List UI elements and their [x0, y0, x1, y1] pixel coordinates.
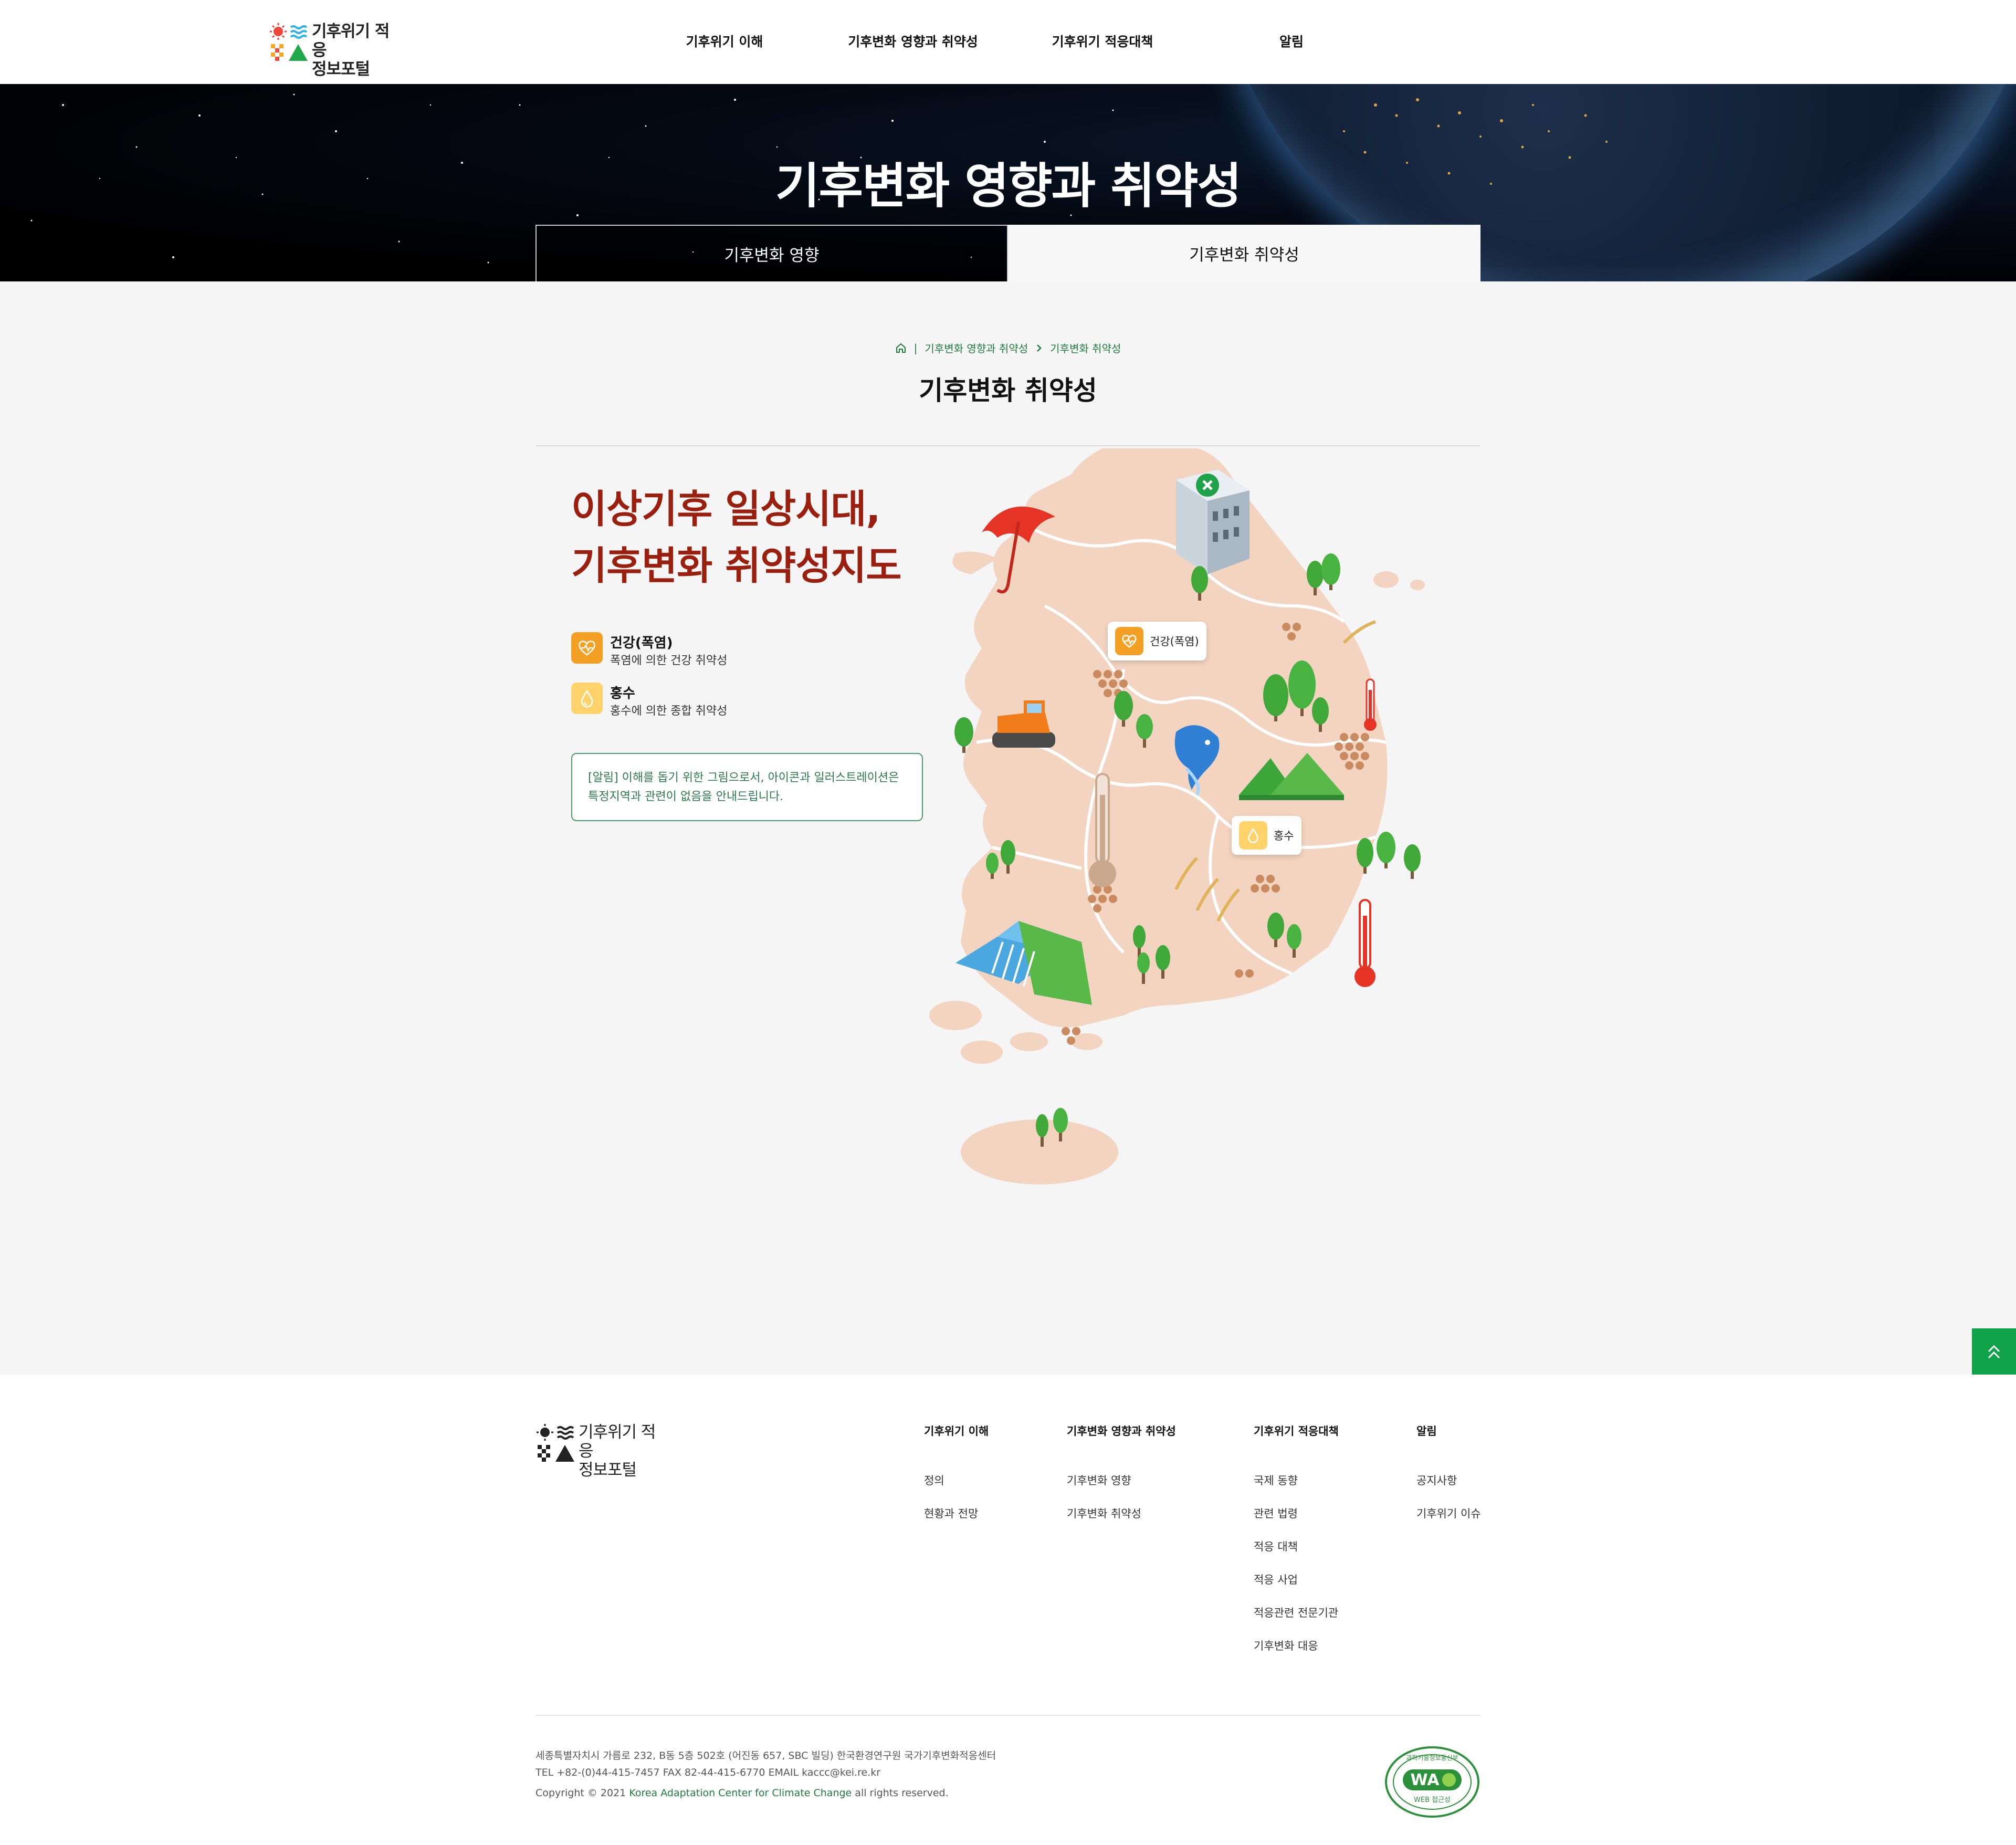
footer-col-title[interactable]: 기후변화 영향과 취약성: [1067, 1423, 1176, 1439]
footer-address: 세종특별자치시 가름로 232, B동 5층 502호 (어진동 657, SB…: [536, 1750, 996, 1762]
legend-title-health: 건강(폭염): [610, 635, 673, 651]
footer-col-title[interactable]: 알림: [1416, 1423, 1481, 1439]
map-headline: 이상기후 일상시대, 기후변화 취약성지도: [571, 481, 901, 594]
footer-contact: TEL +82-(0)44-415-7457 FAX 82-44-415-677…: [536, 1767, 881, 1778]
sub-tabs: 기후변화 영향 기후변화 취약성: [536, 225, 1480, 281]
korea-map-illustration: [929, 448, 1425, 1184]
breadcrumb-separator: |: [914, 341, 918, 354]
wa-mark-top-text: 과학기술정보통신부: [1406, 1754, 1458, 1762]
legend-title-flood: 홍수: [610, 686, 635, 701]
footer-link-laws[interactable]: 관련 법령: [1254, 1505, 1339, 1538]
global-nav: 기후위기 이해 기후변화 영향과 취약성 기후위기 적응대책 알림: [0, 0, 2016, 84]
map-tag-flood-label: 홍수: [1274, 830, 1294, 842]
map-tag-health[interactable]: 건강(폭염): [1108, 622, 1206, 661]
footer-link-projects[interactable]: 적응 사업: [1254, 1571, 1339, 1605]
title-divider: [536, 445, 1480, 446]
logo-mark-icon: [537, 1424, 574, 1462]
scroll-to-top-button[interactable]: [1972, 1328, 2016, 1375]
hero-banner: 기후변화 영향과 취약성 기후변화 영향 기후변화 취약성: [0, 84, 2016, 281]
footer-col-notice: 알림 공지사항 기후위기 이슈: [1416, 1423, 1481, 1538]
footer-link-international[interactable]: 국제 동향: [1254, 1472, 1339, 1505]
headline-line-2: 기후변화 취약성지도: [571, 543, 901, 589]
home-icon[interactable]: [895, 342, 907, 354]
footer-link-vulnerability[interactable]: 기후변화 취약성: [1067, 1505, 1176, 1538]
heart-pulse-icon: [571, 632, 603, 664]
map-tag-flood[interactable]: 홍수: [1232, 816, 1301, 855]
site-footer: 기후위기 적응 정보포털 기후위기 이해 정의 현황과 전망 기후변화 영향과 …: [0, 1375, 2016, 1845]
main-content: | 기후변화 영향과 취약성 기후변화 취약성 기후변화 취약성 이상기후 일상…: [0, 281, 2016, 1375]
copyright-org: Korea Adaptation Center for Climate Chan…: [629, 1787, 852, 1799]
double-chevron-up-icon: [1988, 1345, 2000, 1359]
breadcrumb-item-impact-vulnerability[interactable]: 기후변화 영향과 취약성: [925, 340, 1028, 355]
footer-logo[interactable]: 기후위기 적응 정보포털: [536, 1422, 662, 1480]
illustration-notice: [알림] 이해를 돕기 위한 그림으로서, 아이콘과 일러스트레이션은 특정지역…: [571, 753, 923, 821]
footer-divider: [536, 1715, 1480, 1716]
footer-col-impact-vulnerability: 기후변화 영향과 취약성 기후변화 영향 기후변화 취약성: [1067, 1423, 1176, 1538]
footer-link-institutions[interactable]: 적응관련 전문기관: [1254, 1605, 1339, 1638]
map-tag-health-label: 건강(폭염): [1150, 635, 1199, 648]
chevron-right-icon: [1037, 344, 1042, 352]
tab-climate-impact[interactable]: 기후변화 영향: [536, 225, 1008, 281]
footer-link-status[interactable]: 현황과 전망: [924, 1505, 989, 1538]
footer-copyright: Copyright © 2021 Korea Adaptation Center…: [536, 1787, 949, 1799]
wa-mark-bottom-text: WEB 접근성: [1414, 1796, 1451, 1804]
footer-col-adaptation: 기후위기 적응대책 국제 동향 관련 법령 적응 대책 적응 사업 적응관련 전…: [1254, 1423, 1339, 1671]
footer-link-impact[interactable]: 기후변화 영향: [1067, 1472, 1176, 1505]
copyright-suffix: all rights reserved.: [855, 1787, 949, 1799]
nav-item-notice[interactable]: 알림: [1279, 32, 1304, 50]
nav-item-adaptation-policy[interactable]: 기후위기 적응대책: [1052, 32, 1153, 50]
page-title: 기후변화 취약성: [919, 375, 1097, 406]
water-drop-icon: [571, 683, 603, 714]
hero-title: 기후변화 영향과 취약성: [775, 158, 1242, 214]
legend-desc-flood: 홍수에 의한 종합 취약성: [610, 705, 728, 718]
site-header: 기후위기 적응 정보포털 기후위기 이해 기후변화 영향과 취약성 기후위기 적…: [0, 0, 2016, 84]
headline-line-1: 이상기후 일상시대,: [571, 487, 881, 532]
footer-link-measures[interactable]: 적응 대책: [1254, 1538, 1339, 1571]
footer-col-title[interactable]: 기후위기 적응대책: [1254, 1423, 1339, 1439]
breadcrumb: | 기후변화 영향과 취약성 기후변화 취약성: [0, 340, 2016, 355]
footer-logo-text: 기후위기 적응 정보포털: [579, 1423, 656, 1480]
copyright-prefix: Copyright © 2021: [536, 1787, 626, 1799]
legend-desc-health: 폭염에 의한 건강 취약성: [610, 654, 728, 667]
footer-info: 세종특별자치시 가름로 232, B동 5층 502호 (어진동 657, SB…: [536, 1747, 996, 1781]
heart-pulse-icon: [1115, 627, 1143, 655]
footer-link-response[interactable]: 기후변화 대응: [1254, 1638, 1339, 1671]
footer-col-climate-understanding: 기후위기 이해 정의 현황과 전망: [924, 1423, 989, 1538]
footer-col-title[interactable]: 기후위기 이해: [924, 1423, 989, 1439]
nav-item-impact-vulnerability[interactable]: 기후변화 영향과 취약성: [848, 32, 978, 50]
korea-vulnerability-map: 건강(폭염) 홍수: [924, 448, 1496, 1204]
breadcrumb-item-vulnerability[interactable]: 기후변화 취약성: [1050, 340, 1121, 355]
footer-link-definition[interactable]: 정의: [924, 1472, 989, 1505]
water-drop-icon: [1239, 821, 1267, 850]
nav-item-climate-understanding[interactable]: 기후위기 이해: [686, 32, 763, 50]
footer-link-announcements[interactable]: 공지사항: [1416, 1472, 1481, 1505]
footer-link-issues[interactable]: 기후위기 이슈: [1416, 1505, 1481, 1538]
wa-mark-badge: WA: [1411, 1771, 1440, 1789]
tab-climate-vulnerability[interactable]: 기후변화 취약성: [1008, 225, 1480, 281]
web-accessibility-mark: 과학기술정보통신부 WA WEB 접근성: [1384, 1745, 1480, 1819]
